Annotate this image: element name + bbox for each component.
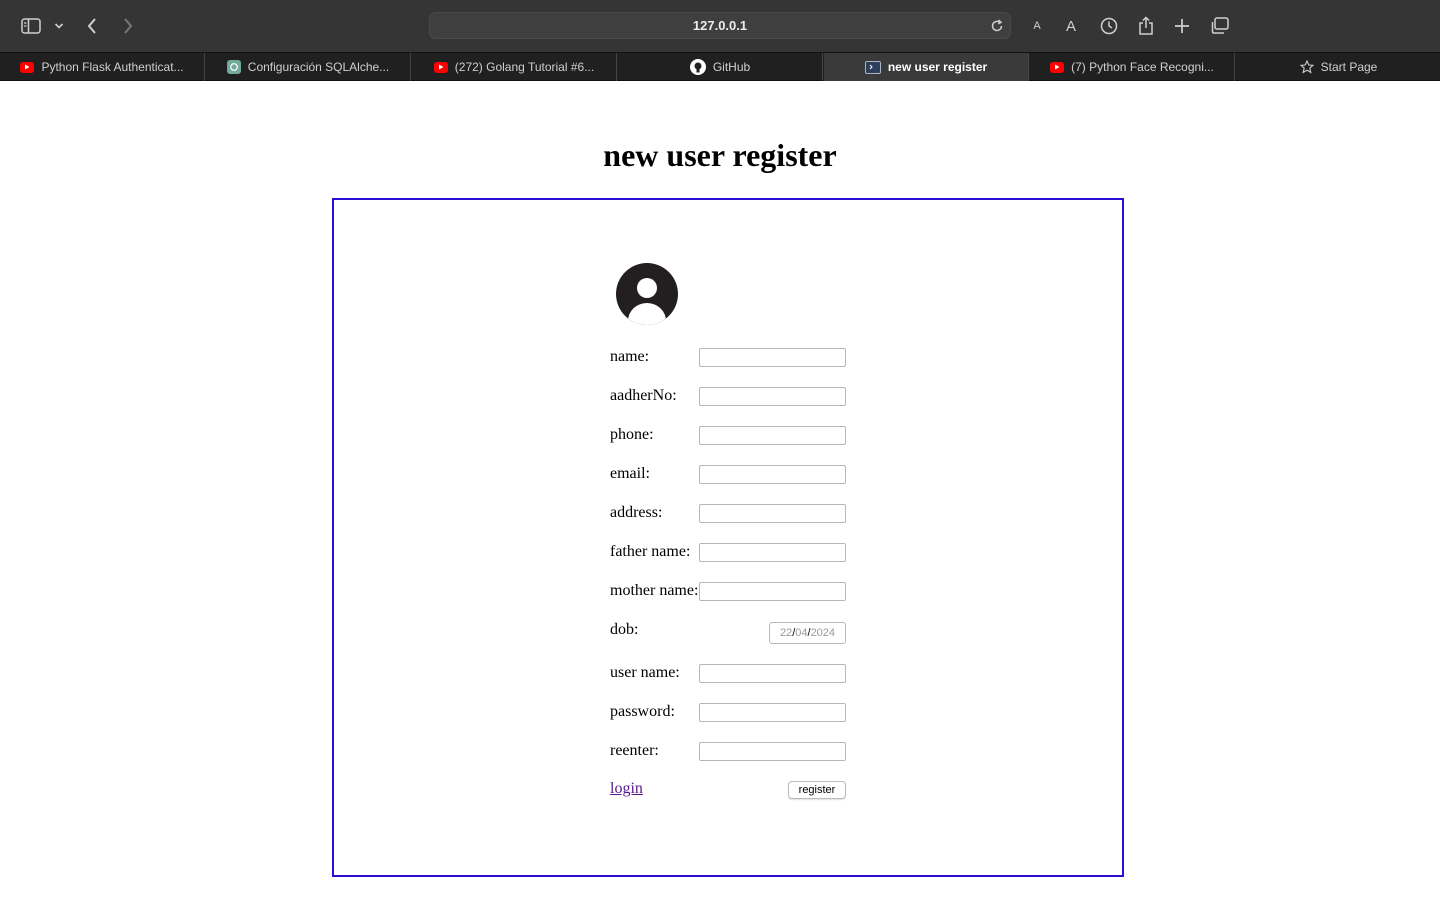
terminal-window-icon: [864, 60, 881, 74]
password-label: password:: [610, 703, 675, 720]
aadher-input[interactable]: [699, 387, 846, 406]
share-icon[interactable]: [1134, 14, 1158, 38]
reenter-password-input[interactable]: [699, 742, 846, 761]
tab-title: GitHub: [712, 60, 751, 74]
page-content: new user register name: aadherNo: phone:…: [0, 81, 1440, 900]
dob-month[interactable]: 04: [795, 627, 807, 639]
text-larger-icon[interactable]: A: [1059, 14, 1083, 38]
dob-day[interactable]: 22: [780, 627, 792, 639]
tab-title: Configuración SQLAlche...: [247, 60, 390, 74]
father-name-input[interactable]: [699, 543, 846, 562]
forward-icon[interactable]: [116, 14, 140, 38]
tab-bar: Python Flask Authenticat... Configuració…: [0, 52, 1440, 81]
tab-title: (7) Python Face Recogni...: [1071, 60, 1214, 74]
username-input[interactable]: [699, 664, 846, 683]
tab-golang[interactable]: (272) Golang Tutorial #6...: [412, 53, 617, 81]
register-button[interactable]: register: [788, 781, 846, 799]
address-text[interactable]: 127.0.0.1: [430, 13, 1010, 40]
reload-icon[interactable]: [988, 17, 1006, 35]
tab-github[interactable]: GitHub: [618, 53, 823, 81]
youtube-icon: [1050, 61, 1065, 73]
email-input[interactable]: [699, 465, 846, 484]
back-icon[interactable]: [80, 14, 104, 38]
mother-name-input[interactable]: [699, 582, 846, 601]
history-icon[interactable]: [1097, 14, 1121, 38]
address-label: address:: [610, 504, 663, 521]
sidebar-icon[interactable]: [19, 14, 43, 38]
new-tab-icon[interactable]: [1170, 14, 1194, 38]
name-input[interactable]: [699, 348, 846, 367]
father-name-label: father name:: [610, 543, 691, 560]
youtube-icon: [433, 61, 448, 73]
browser-toolbar: 127.0.0.1 A A: [0, 0, 1440, 52]
tab-title: (272) Golang Tutorial #6...: [454, 60, 595, 74]
tab-title: Python Flask Authenticat...: [41, 60, 184, 74]
user-avatar-icon: [615, 263, 679, 327]
star-icon: [1299, 60, 1314, 74]
tab-title: new user register: [887, 60, 988, 74]
password-input[interactable]: [699, 703, 846, 722]
dob-year[interactable]: 2024: [811, 627, 835, 639]
mother-name-label: mother name:: [610, 582, 699, 599]
phone-input[interactable]: [699, 426, 846, 445]
phone-label: phone:: [610, 426, 654, 443]
tab-title: Start Page: [1320, 60, 1378, 74]
dob-date-input[interactable]: 22/04/2024: [769, 622, 846, 644]
github-icon: [689, 59, 706, 75]
tab-start-page[interactable]: Start Page: [1236, 53, 1440, 81]
tab-sqlalchemy[interactable]: Configuración SQLAlche...: [206, 53, 411, 81]
chevron-down-icon[interactable]: [49, 14, 69, 38]
address-input[interactable]: [699, 504, 846, 523]
chatgpt-icon: [226, 60, 241, 74]
tab-python-flask[interactable]: Python Flask Authenticat...: [0, 53, 205, 81]
register-form-box: [332, 198, 1124, 877]
login-link[interactable]: login: [610, 780, 643, 798]
youtube-icon: [20, 61, 35, 73]
tab-face-recognition[interactable]: (7) Python Face Recogni...: [1030, 53, 1235, 81]
reenter-label: reenter:: [610, 742, 659, 759]
aadher-label: aadherNo:: [610, 387, 677, 404]
email-label: email:: [610, 465, 650, 482]
text-smaller-icon[interactable]: A: [1025, 14, 1049, 38]
page-title: new user register: [603, 137, 837, 173]
tab-overview-icon[interactable]: [1208, 14, 1232, 38]
name-label: name:: [610, 348, 650, 365]
username-label: user name:: [610, 664, 680, 681]
address-bar[interactable]: 127.0.0.1: [429, 12, 1011, 39]
tab-new-user-register[interactable]: new user register: [824, 53, 1029, 81]
dob-label: dob:: [610, 621, 639, 638]
